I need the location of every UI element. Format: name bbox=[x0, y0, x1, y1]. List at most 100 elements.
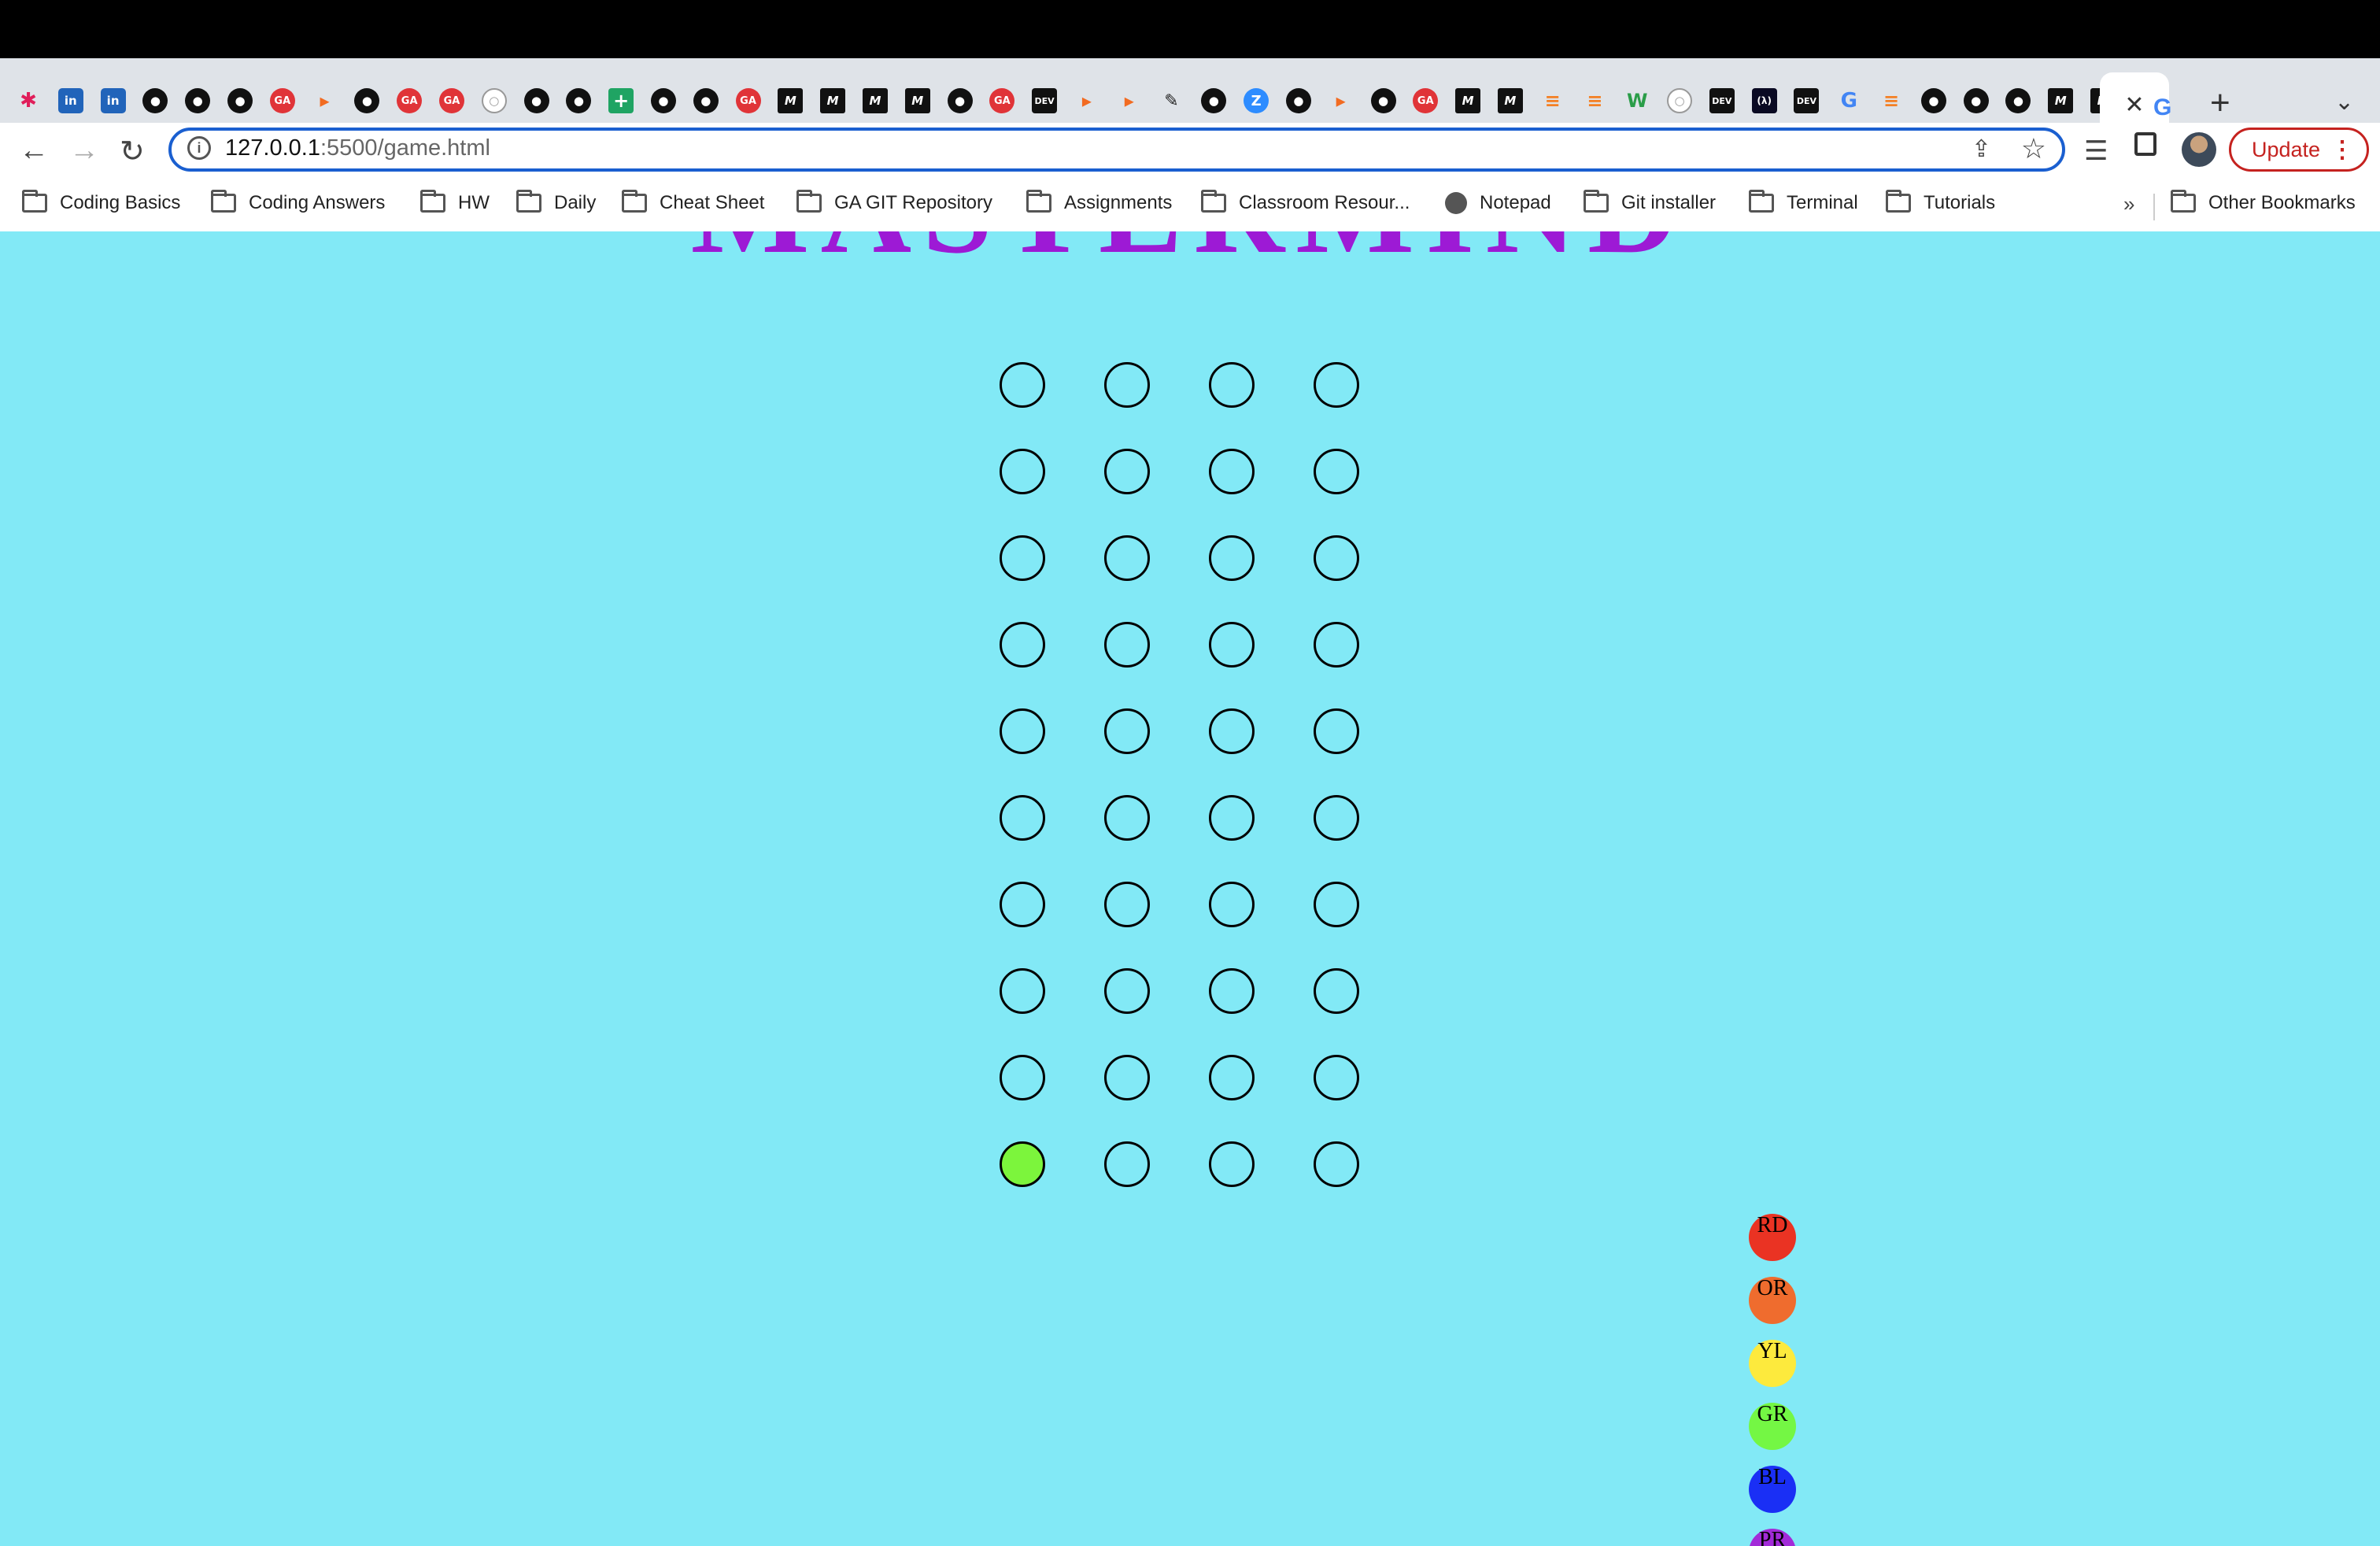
peg-slot[interactable] bbox=[1000, 882, 1045, 927]
ga-tab-icon[interactable]: GA bbox=[989, 88, 1015, 113]
profile-avatar[interactable] bbox=[2182, 132, 2216, 167]
ga-tab-icon[interactable]: GA bbox=[269, 88, 295, 113]
dev-tab-icon[interactable]: DEV bbox=[1794, 88, 1820, 113]
side-panel-icon[interactable] bbox=[2134, 132, 2156, 156]
peg-slot[interactable] bbox=[1104, 1141, 1150, 1187]
peg-slot[interactable] bbox=[1104, 795, 1150, 841]
bookmark-star-icon[interactable]: ☆ bbox=[2021, 132, 2046, 165]
address-bar[interactable]: i 127.0.0.1:5500/game.html ⇪ ☆ bbox=[168, 128, 2065, 172]
medium-tab-icon[interactable]: M bbox=[862, 88, 888, 113]
peg-slot[interactable] bbox=[1104, 882, 1150, 927]
ga-tab-icon[interactable]: GA bbox=[397, 88, 423, 113]
dev-tab-icon[interactable]: DEV bbox=[1032, 88, 1058, 113]
color-swatch-rd[interactable]: RD bbox=[1749, 1214, 1796, 1261]
peg-slot[interactable] bbox=[1209, 1055, 1255, 1100]
peg-slot[interactable] bbox=[1104, 622, 1150, 668]
github-tab-icon[interactable]: ● bbox=[1963, 88, 1989, 113]
stackoverflow-tab-icon[interactable]: ≡ bbox=[1879, 88, 1904, 113]
github-tab-icon[interactable]: ● bbox=[227, 88, 253, 113]
bookmark-ga-git-repository[interactable]: GA GIT Repository bbox=[796, 190, 992, 214]
back-button[interactable]: ← bbox=[19, 134, 49, 168]
medium-tab-icon[interactable]: M bbox=[1455, 88, 1481, 113]
peg-slot[interactable] bbox=[1104, 362, 1150, 408]
abstract-tab-icon[interactable]: ▸ bbox=[312, 88, 338, 113]
github-light-tab-icon[interactable]: ○ bbox=[1667, 88, 1693, 113]
other-bookmarks[interactable]: Other Bookmarks bbox=[2171, 190, 2356, 214]
peg-slot[interactable] bbox=[1314, 968, 1359, 1014]
peg-slot[interactable] bbox=[1209, 795, 1255, 841]
github-tab-icon[interactable]: ● bbox=[185, 88, 211, 113]
freecodecamp-tab-icon[interactable]: (λ) bbox=[1751, 88, 1777, 113]
zoom-tab-icon[interactable]: Z bbox=[1244, 88, 1269, 113]
peg-slot[interactable] bbox=[1000, 795, 1045, 841]
update-button[interactable]: Update ⋮ bbox=[2229, 128, 2369, 172]
bookmark-tutorials[interactable]: Tutorials bbox=[1886, 190, 1995, 214]
color-swatch-bl[interactable]: BL bbox=[1749, 1466, 1796, 1513]
github-tab-icon[interactable]: ● bbox=[566, 88, 592, 113]
peg-slot[interactable] bbox=[1104, 1055, 1150, 1100]
bookmarks-overflow-icon[interactable]: » bbox=[2123, 192, 2134, 216]
color-swatch-yl[interactable]: YL bbox=[1749, 1340, 1796, 1387]
bookmark-terminal[interactable]: Terminal bbox=[1749, 190, 1858, 214]
url-text[interactable]: 127.0.0.1:5500/game.html bbox=[225, 135, 490, 161]
bookmark-hw[interactable]: HW bbox=[420, 190, 490, 214]
github-tab-icon[interactable]: ● bbox=[650, 88, 676, 113]
google-tab-icon[interactable]: G bbox=[2153, 94, 2171, 121]
bookmark-assignments[interactable]: Assignments bbox=[1026, 190, 1172, 214]
peg-slot[interactable] bbox=[1000, 622, 1045, 668]
peg-slot[interactable] bbox=[1314, 1141, 1359, 1187]
medium-tab-icon[interactable]: M bbox=[2048, 88, 2074, 113]
peg-slot[interactable] bbox=[1209, 1141, 1255, 1187]
peg-slot[interactable] bbox=[1000, 1055, 1045, 1100]
github-tab-icon[interactable]: ● bbox=[354, 88, 380, 113]
google-tab-icon[interactable]: G bbox=[1836, 88, 1861, 113]
github-tab-icon[interactable]: ● bbox=[1920, 88, 1946, 113]
webflow-tab-icon[interactable]: W bbox=[1624, 88, 1650, 113]
abstract-tab-icon[interactable]: ▸ bbox=[1117, 88, 1142, 113]
ga-tab-icon[interactable]: GA bbox=[735, 88, 761, 113]
peg-slot[interactable] bbox=[1209, 968, 1255, 1014]
linkedin-tab-icon[interactable]: in bbox=[57, 88, 83, 113]
peg-slot[interactable] bbox=[1314, 622, 1359, 668]
peg-slot[interactable] bbox=[1314, 795, 1359, 841]
stackoverflow-tab-icon[interactable]: ≡ bbox=[1582, 88, 1607, 113]
peg-slot[interactable] bbox=[1209, 622, 1255, 668]
peg-slot[interactable] bbox=[1000, 449, 1045, 494]
peg-slot[interactable] bbox=[1000, 1141, 1045, 1187]
bookmark-daily[interactable]: Daily bbox=[516, 190, 596, 214]
medium-tab-icon[interactable]: M bbox=[1497, 88, 1523, 113]
dev-tab-icon[interactable]: DEV bbox=[1709, 88, 1735, 113]
peg-slot[interactable] bbox=[1104, 535, 1150, 581]
github-tab-icon[interactable]: ● bbox=[1201, 88, 1227, 113]
share-icon[interactable]: ⇪ bbox=[1972, 135, 1991, 163]
peg-slot[interactable] bbox=[1000, 362, 1045, 408]
peg-slot[interactable] bbox=[1104, 449, 1150, 494]
sheets-tab-icon[interactable]: + bbox=[608, 88, 634, 113]
peg-slot[interactable] bbox=[1314, 708, 1359, 754]
github-tab-icon[interactable]: ● bbox=[142, 88, 168, 113]
medium-tab-icon[interactable]: M bbox=[778, 88, 804, 113]
peg-slot[interactable] bbox=[1000, 708, 1045, 754]
peg-slot[interactable] bbox=[1000, 968, 1045, 1014]
peg-slot[interactable] bbox=[1209, 362, 1255, 408]
peg-slot[interactable] bbox=[1314, 449, 1359, 494]
color-swatch-or[interactable]: OR bbox=[1749, 1277, 1796, 1324]
peg-slot[interactable] bbox=[1209, 882, 1255, 927]
excalidraw-tab-icon[interactable]: ✎ bbox=[1159, 88, 1184, 113]
github-tab-icon[interactable]: ● bbox=[523, 88, 549, 113]
slack-tab-icon[interactable]: ✱ bbox=[16, 88, 41, 113]
abstract-tab-icon[interactable]: ▸ bbox=[1329, 88, 1354, 113]
reload-button[interactable]: ↻ bbox=[120, 134, 145, 169]
medium-tab-icon[interactable]: M bbox=[904, 88, 930, 113]
color-swatch-pr[interactable]: PR bbox=[1749, 1529, 1796, 1546]
bookmark-coding-basics[interactable]: Coding Basics bbox=[22, 190, 180, 214]
bookmark-git-installer[interactable]: Git installer bbox=[1584, 190, 1716, 214]
site-info-icon[interactable]: i bbox=[187, 136, 211, 160]
medium-tab-icon[interactable]: M bbox=[820, 88, 846, 113]
bookmark-coding-answers[interactable]: Coding Answers bbox=[211, 190, 385, 214]
github-tab-icon[interactable]: ● bbox=[1370, 88, 1396, 113]
github-tab-icon[interactable]: ● bbox=[947, 88, 973, 113]
bookmark-classroom-resour[interactable]: Classroom Resour... bbox=[1201, 190, 1410, 214]
peg-slot[interactable] bbox=[1314, 362, 1359, 408]
menu-dots-icon[interactable]: ⋮ bbox=[2330, 136, 2354, 164]
